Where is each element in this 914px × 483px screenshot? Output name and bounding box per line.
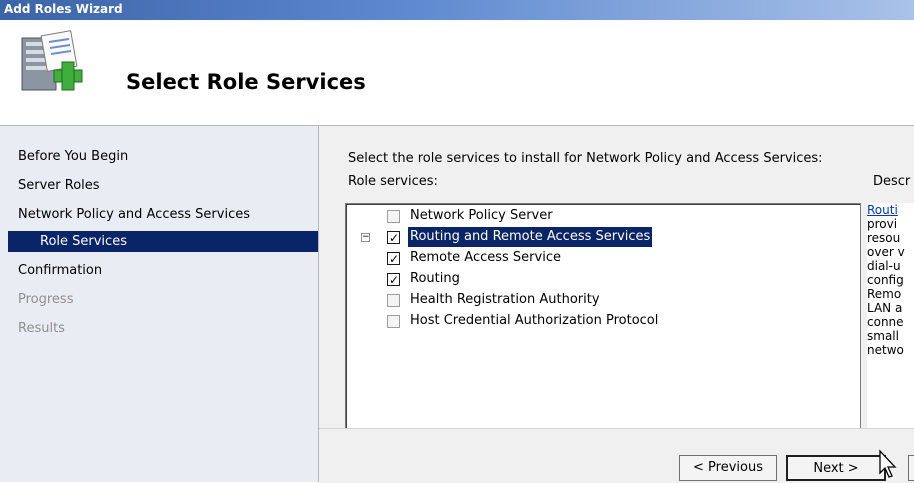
page-title: Select Role Services: [126, 70, 366, 94]
tree-row-host-credential[interactable]: Host Credential Authorization Protocol: [346, 311, 856, 331]
description-line: netwo: [867, 343, 904, 357]
checkbox-remote-access-service[interactable]: ✓: [387, 252, 400, 266]
checkbox-health-registration[interactable]: [387, 294, 400, 307]
check-icon: ✓: [389, 231, 400, 245]
button-bar: < Previous Next >: [319, 428, 914, 483]
previous-button[interactable]: < Previous: [679, 455, 777, 481]
mouse-pointer-icon: [879, 449, 897, 478]
step-role-services[interactable]: Role Services: [8, 231, 318, 252]
tree-row-routing[interactable]: ✓ Routing: [346, 269, 856, 289]
description-line: config: [867, 273, 904, 287]
description-line: LAN a: [867, 301, 903, 315]
tree-row-health-registration[interactable]: Health Registration Authority: [346, 290, 856, 310]
check-icon: ✓: [389, 273, 400, 287]
step-results: Results: [18, 321, 65, 336]
description-line: resou: [867, 231, 901, 245]
main-content: Select the role services to install for …: [319, 126, 914, 483]
wizard-header: Select Role Services: [0, 20, 914, 126]
checkbox-routing-remote-access[interactable]: ✓: [387, 231, 400, 245]
tree-row-remote-access-service[interactable]: ✓ Remote Access Service: [346, 248, 856, 268]
window-title: Add Roles Wizard: [4, 2, 123, 16]
server-add-icon: [21, 30, 83, 91]
description-line: over v: [867, 245, 905, 259]
step-network-policy[interactable]: Network Policy and Access Services: [8, 204, 318, 225]
role-services-label: Role services:: [348, 174, 438, 189]
window-title-bar: Add Roles Wizard: [0, 0, 914, 20]
install-button-partial[interactable]: [908, 455, 914, 481]
step-progress: Progress: [18, 292, 74, 307]
description-line: Remo: [867, 287, 902, 301]
description-panel: Routi provi resou over v dial-u config R…: [867, 203, 914, 451]
description-line: conne: [867, 315, 904, 329]
description-line: small: [867, 329, 899, 343]
wizard-steps-sidebar: Before You Begin Server Roles Network Po…: [0, 126, 319, 482]
step-before-you-begin[interactable]: Before You Begin: [8, 146, 318, 167]
tree-row-network-policy-server[interactable]: Network Policy Server: [346, 206, 856, 226]
collapse-icon[interactable]: −: [361, 233, 370, 242]
description-line: dial-u: [867, 259, 901, 273]
checkbox-network-policy-server[interactable]: [387, 210, 400, 223]
role-services-tree[interactable]: Network Policy Server − ✓ Routing and Re…: [345, 203, 861, 453]
next-button[interactable]: Next >: [786, 455, 886, 481]
instruction-text: Select the role services to install for …: [348, 151, 823, 166]
step-server-roles[interactable]: Server Roles: [8, 175, 318, 196]
checkbox-host-credential[interactable]: [387, 315, 400, 328]
description-line: provi: [867, 217, 898, 231]
description-label: Descr: [873, 174, 911, 189]
check-icon: ✓: [389, 252, 400, 266]
checkbox-routing[interactable]: ✓: [387, 273, 400, 287]
step-confirmation[interactable]: Confirmation: [8, 260, 318, 281]
tree-row-routing-remote-access[interactable]: − ✓ Routing and Remote Access Services: [346, 227, 856, 247]
description-link[interactable]: Routi: [867, 203, 914, 217]
